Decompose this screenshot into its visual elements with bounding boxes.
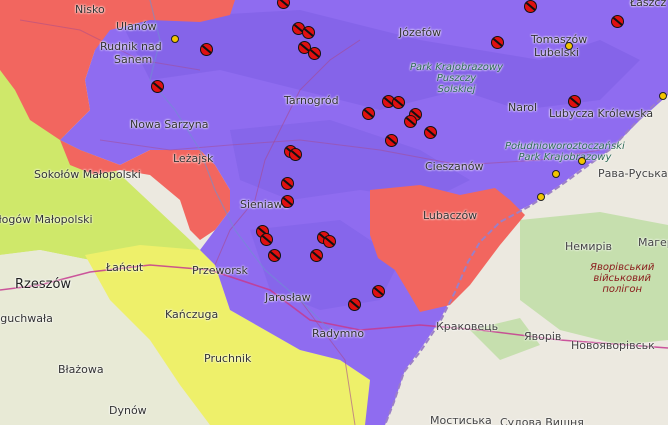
park-roztocze-label: Południoworoztoczański Park Krajobrazowy [505,141,625,163]
crossed-circle-icon[interactable] [323,235,336,248]
crossed-circle-icon[interactable] [310,249,323,262]
place-ulanow: Ulanów [116,20,157,33]
crossed-circle-icon[interactable] [281,195,294,208]
yavoriv-military-range-label: Яворівський військовий полігон [590,262,654,295]
crossed-circle-icon[interactable] [281,177,294,190]
place-cieszanow: Cieszanów [425,160,484,173]
park-roztocze-line2: Park Krajobrazowy [518,152,612,163]
place-sudova-vyshnia: Судова Вишня [500,416,584,425]
crossed-circle-icon[interactable] [200,43,213,56]
place-yavoriv: Яворів [524,330,562,343]
place-dynow: Dynów [109,404,147,417]
crossed-circle-icon[interactable] [268,249,281,262]
crossed-circle-icon[interactable] [424,126,437,139]
place-lubycza: Lubycza Królewska [549,107,654,120]
place-krakovets: Краковець [436,320,499,333]
place-glogow: Głogów Małopolski [0,213,93,226]
place-rudnik-line2: Sanem [114,53,153,66]
crossed-circle-icon[interactable] [392,96,405,109]
place-nowa-sarzyna: Nowa Sarzyna [130,118,209,131]
place-mostyska: Мостиська [430,414,492,425]
park-roztocze-line1: Południoworoztoczański [505,141,625,152]
crossed-circle-icon[interactable] [611,15,624,28]
place-novoyavorivsk: Новояворівськ [571,339,655,352]
place-nemyriv: Немирів [565,240,613,253]
crossed-circle-icon[interactable] [524,0,537,13]
place-przeworsk: Przeworsk [192,264,248,277]
mil-line3: полігон [602,284,643,295]
place-pruchnik: Pruchnik [204,352,252,365]
map-layers [0,0,668,425]
yellow-point-icon[interactable] [578,157,586,165]
crossed-circle-icon[interactable] [308,47,321,60]
crossed-circle-icon[interactable] [372,285,385,298]
park-puszcza-line1: Park Krajobrazowy [410,62,503,73]
place-kanczuga: Kańczuga [165,308,219,321]
crossed-circle-icon[interactable] [568,95,581,108]
place-lubaczow: Lubaczów [423,209,478,222]
place-blazowa: Błażowa [58,363,104,376]
place-nisko: Nisko [75,3,105,16]
place-rudnik: Rudnik nad [100,40,162,53]
place-jaroslaw: Jarosław [265,291,311,304]
place-tarnogrod: Tarnogród [284,94,339,107]
park-puszcza-solska-label: Park Krajobrazowy Puszczy Solskiej [410,62,503,95]
place-radymno: Radymno [312,327,365,340]
yellow-point-icon[interactable] [552,170,560,178]
place-mager: Магер [638,236,668,249]
yellow-point-icon[interactable] [171,35,179,43]
place-jozefow: Józefów [399,26,442,39]
crossed-circle-icon[interactable] [491,36,504,49]
crossed-circle-icon[interactable] [404,115,417,128]
crossed-circle-icon[interactable] [260,233,273,246]
yellow-point-icon[interactable] [565,42,573,50]
place-lezajsk: Leżajsk [173,152,214,165]
place-narol: Narol [508,101,538,114]
map-view[interactable]: Nisko Ulanów Rudnik nad Sanem Józefów To… [0,0,668,425]
crossed-circle-icon[interactable] [302,26,315,39]
crossed-circle-icon[interactable] [289,148,302,161]
crossed-circle-icon[interactable] [151,80,164,93]
crossed-circle-icon[interactable] [362,107,375,120]
place-rzeszow: Rzeszów [15,277,72,292]
yellow-point-icon[interactable] [537,193,545,201]
crossed-circle-icon[interactable] [348,298,361,311]
place-boguchwala: Boguchwała [0,312,53,325]
place-laszczow: Łaszcz [630,0,667,9]
place-rava-ruska: Рава-Руська [598,167,668,180]
place-lancut: Łańcut [106,261,144,274]
crossed-circle-icon[interactable] [385,134,398,147]
mil-line2: військовий [593,273,652,284]
park-puszcza-line2: Puszczy [436,73,477,84]
mil-line1: Яворівський [590,262,655,273]
park-puszcza-line3: Solskiej [437,84,476,95]
place-sokolow: Sokołów Małopolski [34,168,141,181]
place-tomaszow: Tomaszów [531,33,588,46]
yellow-point-icon[interactable] [659,92,667,100]
